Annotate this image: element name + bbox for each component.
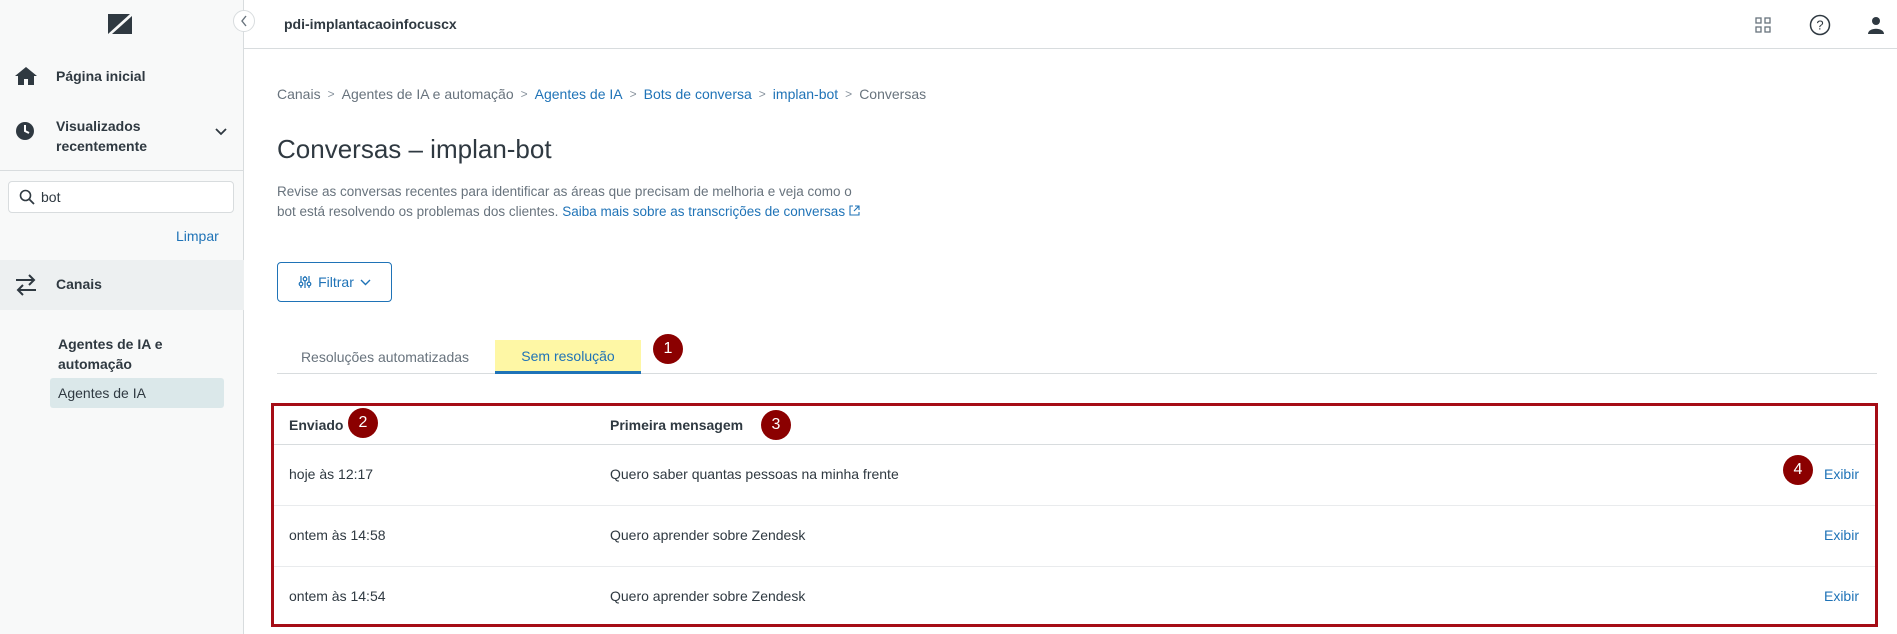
apps-grid-icon[interactable] (1752, 14, 1774, 36)
breadcrumb-separator-icon: > (327, 87, 335, 101)
chevron-down-icon[interactable] (214, 124, 228, 140)
column-first-message: Primeira mensagem (610, 417, 744, 433)
chevron-down-icon (360, 279, 371, 285)
annotation-marker-4: 4 (1783, 455, 1813, 485)
tab-automated-resolutions[interactable]: Resoluções automatizadas (277, 340, 493, 374)
column-sent[interactable]: Enviado (289, 417, 343, 433)
page-title: Conversas – implan-bot (277, 134, 552, 164)
clear-search-link[interactable]: Limpar (176, 228, 219, 244)
row-first-message: Quero aprender sobre Zendesk (610, 527, 806, 543)
nav-channels-label: Canais (56, 276, 102, 292)
row-sent: ontem às 14:58 (289, 527, 386, 543)
breadcrumb-conversation-bots[interactable]: Bots de conversa (644, 86, 752, 102)
arrows-swap-icon (14, 274, 38, 299)
help-icon[interactable]: ? (1809, 14, 1831, 36)
instance-name: pdi-implantacaoinfocuscx (284, 16, 457, 32)
row-first-message: Quero saber quantas pessoas na minha fre… (610, 466, 899, 482)
tabs: Resoluções automatizadas Sem resolução (277, 340, 1877, 374)
external-link-icon (849, 205, 860, 216)
nav-home[interactable]: Página inicial (0, 58, 244, 94)
filter-button[interactable]: Filtrar (277, 262, 392, 302)
breadcrumb-separator-icon: > (520, 87, 528, 101)
page-description: Revise as conversas recentes para identi… (277, 182, 867, 222)
top-bar: pdi-implantacaoinfocuscx ? (244, 0, 1897, 49)
breadcrumb-channels[interactable]: Canais (277, 86, 321, 102)
breadcrumb-current: Conversas (859, 86, 927, 102)
breadcrumb-separator-icon: > (629, 87, 637, 101)
breadcrumb-bot[interactable]: implan-bot (773, 86, 838, 102)
sidebar-divider (0, 170, 244, 171)
table-row[interactable]: ontem às 14:58 Quero aprender sobre Zend… (274, 506, 1875, 567)
sidebar-search[interactable] (8, 181, 234, 213)
row-sent: hoje às 12:17 (289, 466, 374, 482)
annotation-marker-3: 3 (761, 410, 791, 440)
nav-recently-viewed[interactable]: Visualizados recentemente (0, 112, 244, 160)
view-link[interactable]: Exibir (1824, 527, 1859, 543)
clock-icon (14, 120, 36, 145)
user-icon[interactable] (1865, 14, 1887, 36)
nav-item-ai-agents-label: Agentes de IA (58, 385, 146, 401)
table-row[interactable]: hoje às 12:17 Quero saber quantas pessoa… (274, 445, 1875, 506)
conversations-table: Enviado Primeira mensagem hoje às 12:17 … (271, 403, 1878, 627)
filter-button-label: Filtrar (318, 274, 354, 290)
breadcrumb-ai-agents[interactable]: Agentes de IA (535, 86, 623, 102)
nav-home-label: Página inicial (56, 68, 146, 84)
view-link[interactable]: Exibir (1824, 588, 1859, 604)
home-icon (14, 66, 38, 89)
nav-item-ai-agents[interactable]: Agentes de IA (50, 378, 224, 408)
breadcrumb-separator-icon: > (845, 87, 853, 101)
row-first-message: Quero aprender sobre Zendesk (610, 588, 806, 604)
table-row[interactable]: ontem às 14:54 Quero aprender sobre Zend… (274, 567, 1875, 628)
svg-text:?: ? (1816, 18, 1823, 33)
search-input[interactable] (41, 189, 221, 205)
row-sent: ontem às 14:54 (289, 588, 386, 604)
chevron-left-icon (241, 15, 247, 27)
learn-more-link[interactable]: Saiba mais sobre as transcrições de conv… (562, 204, 860, 219)
sliders-icon (298, 276, 312, 288)
annotation-marker-1: 1 (653, 334, 683, 364)
nav-group-ai-agents-automation[interactable]: Agentes de IA e automação (58, 334, 218, 374)
sidebar: Página inicial Visualizados recentemente… (0, 0, 244, 634)
learn-more-label: Saiba mais sobre as transcrições de conv… (562, 204, 846, 219)
collapse-sidebar-button[interactable] (233, 10, 255, 32)
breadcrumb-ai-automation[interactable]: Agentes de IA e automação (342, 86, 514, 102)
view-link[interactable]: Exibir (1824, 466, 1859, 482)
tab-unresolved[interactable]: Sem resolução (495, 340, 641, 374)
breadcrumb-separator-icon: > (758, 87, 766, 101)
breadcrumb: Canais > Agentes de IA e automação > Age… (277, 86, 926, 102)
zendesk-logo-icon[interactable] (104, 12, 136, 36)
annotation-marker-2: 2 (348, 408, 378, 438)
search-icon (19, 189, 35, 205)
nav-recently-viewed-label: Visualizados recentemente (56, 118, 148, 154)
table-header: Enviado Primeira mensagem (274, 406, 1875, 445)
nav-channels[interactable]: Canais (0, 260, 244, 310)
